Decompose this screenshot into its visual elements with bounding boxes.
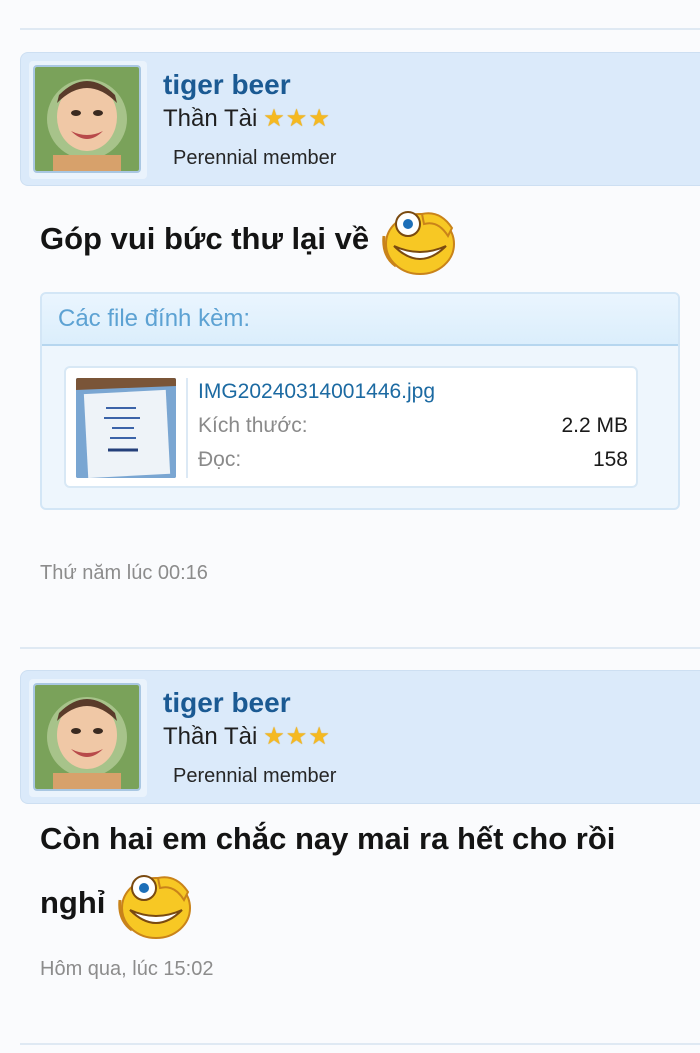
username[interactable]: tiger beer (163, 69, 291, 101)
star-icon: ★ (285, 105, 308, 132)
post-date[interactable]: Thứ năm lúc 00:16 (40, 562, 208, 585)
author-bar: tiger beer Thần Tài ★ ★ ★ Perennial memb… (20, 670, 700, 804)
avatar-frame (29, 679, 147, 797)
attachment-item[interactable]: IMG20240314001446.jpg Kích thước: 2.2 MB… (64, 366, 638, 488)
attachments-title: Các file đính kèm: (42, 294, 678, 346)
avatar[interactable] (33, 683, 141, 791)
post-message: Còn hai em chắc nay mai ra hết cho rồi n… (40, 808, 660, 940)
attachments-box: Các file đính kèm: IMG20240314001446.jpg… (40, 292, 680, 510)
file-reads-label: Đọc: (198, 448, 242, 471)
user-rank: Thần Tài ★ ★ ★ (163, 723, 330, 751)
laughing-emoji-icon (378, 206, 462, 276)
post-message-text: nghỉ (40, 885, 106, 921)
star-icon: ★ (308, 105, 330, 132)
star-icon: ★ (285, 723, 308, 750)
file-size-value: 2.2 MB (561, 414, 628, 437)
file-size-label: Kích thước: (198, 414, 308, 437)
avatar[interactable] (33, 65, 141, 173)
file-reads-value: 158 (592, 448, 628, 471)
attachment-filename[interactable]: IMG20240314001446.jpg (198, 380, 435, 404)
rank-stars: ★ ★ ★ (263, 107, 330, 131)
divider (20, 1043, 700, 1045)
file-divider (186, 378, 188, 478)
rank-stars: ★ ★ ★ (263, 725, 330, 749)
username[interactable]: tiger beer (163, 687, 291, 719)
rank-label: Thần Tài (163, 723, 258, 750)
star-icon: ★ (308, 723, 330, 750)
user-rank: Thần Tài ★ ★ ★ (163, 105, 330, 133)
post-date[interactable]: Hôm qua, lúc 15:02 (40, 958, 213, 981)
post-message-line-2: nghỉ (40, 870, 660, 940)
star-icon: ★ (263, 723, 285, 750)
file-size-row: Kích thước: 2.2 MB (198, 414, 628, 438)
post-message-text: Góp vui bức thư lại về (40, 221, 370, 257)
attachment-thumbnail[interactable] (76, 378, 176, 478)
member-title: Perennial member (173, 147, 337, 169)
post-message: Góp vui bức thư lại về (40, 206, 660, 276)
divider (20, 647, 700, 649)
laughing-emoji-icon (114, 870, 198, 940)
star-icon: ★ (263, 105, 285, 132)
author-bar: tiger beer Thần Tài ★ ★ ★ Perennial memb… (20, 52, 700, 186)
post-message-line: Còn hai em chắc nay mai ra hết cho rồi (40, 821, 616, 856)
rank-label: Thần Tài (163, 105, 258, 132)
avatar-frame (29, 61, 147, 179)
member-title: Perennial member (173, 765, 337, 787)
file-reads-row: Đọc: 158 (198, 448, 628, 472)
divider (20, 28, 700, 30)
